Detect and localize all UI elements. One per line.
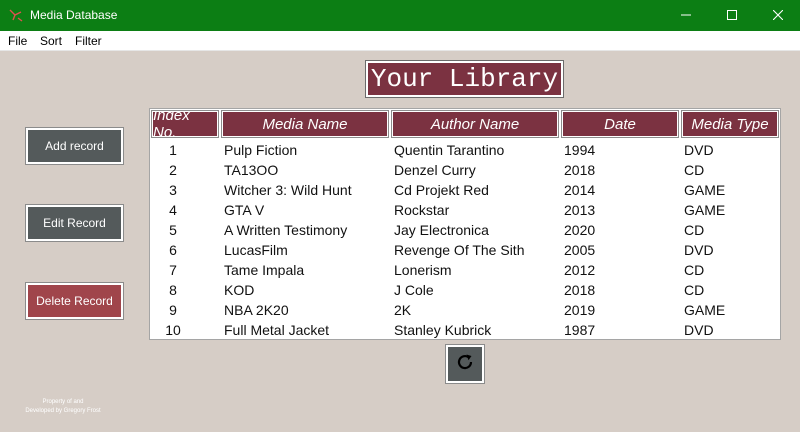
cell-date: 2005 — [564, 242, 596, 258]
table-row[interactable]: 10 Full Metal Jacket Stanley Kubrick 1987 DV… — [150, 320, 780, 340]
cell-index: 1 — [169, 142, 177, 158]
title-bar: Media Database — [0, 0, 800, 31]
cell-index: 7 — [169, 262, 177, 278]
cell-date: 1987 — [564, 322, 596, 338]
credit-line-1: Property of and — [42, 399, 84, 405]
cell-media-name: A Written Testimony — [224, 222, 348, 238]
credit-line-2: Developed by Gregory Frost — [25, 408, 101, 414]
table-row[interactable]: 3 Witcher 3: Wild Hunt Cd Projekt Red 2014 G… — [150, 180, 780, 200]
header-date[interactable]: Date — [561, 110, 679, 138]
menu-file[interactable]: File — [8, 34, 27, 48]
cell-date: 2014 — [564, 182, 596, 198]
cell-date: 1994 — [564, 142, 596, 158]
cell-author-name: Quentin Tarantino — [394, 142, 505, 158]
library-title: Your Library — [366, 61, 563, 97]
cell-author-name: Denzel Curry — [394, 162, 476, 178]
table-row[interactable]: 1 Pulp Fiction Quentin Tarantino 1994 DVD — [150, 140, 780, 160]
add-record-button[interactable]: Add record — [26, 128, 123, 164]
cell-date: 2018 — [564, 282, 596, 298]
developer-credit: Property of and Developed by Gregory Fro… — [18, 398, 108, 416]
cell-media-name: Witcher 3: Wild Hunt — [224, 182, 352, 198]
cell-media-type: CD — [684, 282, 705, 298]
media-table[interactable]: Index No. Media Name Author Name Date Me… — [149, 107, 781, 340]
cell-index: 3 — [169, 182, 177, 198]
cell-author-name: Rockstar — [394, 202, 450, 218]
cell-date: 2013 — [564, 202, 596, 218]
cell-date: 2020 — [564, 222, 596, 238]
menu-filter[interactable]: Filter — [75, 34, 102, 48]
cell-author-name: Cd Projekt Red — [394, 182, 489, 198]
cell-date: 2012 — [564, 262, 596, 278]
cell-index: 6 — [169, 242, 177, 258]
table-row[interactable]: 5 A Written Testimony Jay Electronica 2020 C… — [150, 220, 780, 240]
cell-media-type: GAME — [684, 182, 726, 198]
cell-index: 9 — [169, 302, 177, 318]
header-index[interactable]: Index No. — [151, 107, 219, 141]
cell-author-name: Stanley Kubrick — [394, 322, 492, 338]
cell-index: 8 — [169, 282, 177, 298]
cell-media-type: DVD — [684, 242, 714, 258]
table-row[interactable]: 8 KOD J Cole 2018 CD — [150, 280, 780, 300]
menu-bar: File Sort Filter — [0, 31, 800, 51]
menu-sort[interactable]: Sort — [40, 34, 62, 48]
table-row[interactable]: 7 Tame Impala Lonerism 2012 CD — [150, 260, 780, 280]
header-media-name[interactable]: Media Name — [221, 110, 389, 138]
table-row[interactable]: 9 NBA 2K20 2K 2019 GAME — [150, 300, 780, 320]
cell-media-type: CD — [684, 162, 705, 178]
cell-media-name: GTA V — [224, 202, 265, 218]
cell-date: 2019 — [564, 302, 596, 318]
refresh-icon — [455, 352, 475, 377]
cell-author-name: 2K — [394, 302, 412, 318]
cell-media-type: GAME — [684, 202, 726, 218]
cell-index: 2 — [169, 162, 177, 178]
maximize-button[interactable] — [709, 0, 755, 31]
cell-index: 5 — [169, 222, 177, 238]
cell-index: 10 — [165, 322, 181, 338]
refresh-button[interactable] — [446, 345, 484, 383]
cell-media-name: Pulp Fiction — [224, 142, 298, 158]
window-title: Media Database — [30, 8, 118, 22]
cell-index: 4 — [169, 202, 177, 218]
cell-media-name: Tame Impala — [224, 262, 305, 278]
cell-media-type: DVD — [684, 322, 714, 338]
cell-author-name: Lonerism — [394, 262, 452, 278]
table-row[interactable]: 4 GTA V Rockstar 2013 GAME — [150, 200, 780, 220]
cell-media-type: CD — [684, 262, 705, 278]
cell-date: 2018 — [564, 162, 596, 178]
cell-author-name: Revenge Of The Sith — [394, 242, 525, 258]
table-row[interactable]: 2 TA13OO Denzel Curry 2018 CD — [150, 160, 780, 180]
cell-media-name: LucasFilm — [224, 242, 288, 258]
header-author-name[interactable]: Author Name — [391, 110, 559, 138]
cell-media-name: NBA 2K20 — [224, 302, 289, 318]
maximize-icon — [727, 7, 737, 25]
minimize-button[interactable] — [663, 0, 709, 31]
header-media-type[interactable]: Media Type — [681, 110, 779, 138]
edit-record-button[interactable]: Edit Record — [26, 205, 123, 241]
delete-record-button[interactable]: Delete Record — [26, 283, 123, 319]
cell-media-type: CD — [684, 222, 705, 238]
cell-author-name: J Cole — [394, 282, 434, 298]
cell-author-name: Jay Electronica — [394, 222, 489, 238]
minimize-icon — [681, 7, 691, 25]
cell-media-name: TA13OO — [224, 162, 279, 178]
main-panel: Your Library Add record Edit Record Dele… — [0, 51, 800, 432]
cell-media-name: Full Metal Jacket — [224, 322, 330, 338]
cell-media-type: DVD — [684, 142, 714, 158]
close-button[interactable] — [755, 0, 800, 31]
close-icon — [772, 7, 784, 25]
app-icon — [8, 7, 24, 23]
cell-media-name: KOD — [224, 282, 255, 298]
table-row[interactable]: 6 LucasFilm Revenge Of The Sith 2005 DVD — [150, 240, 780, 260]
cell-media-type: GAME — [684, 302, 726, 318]
